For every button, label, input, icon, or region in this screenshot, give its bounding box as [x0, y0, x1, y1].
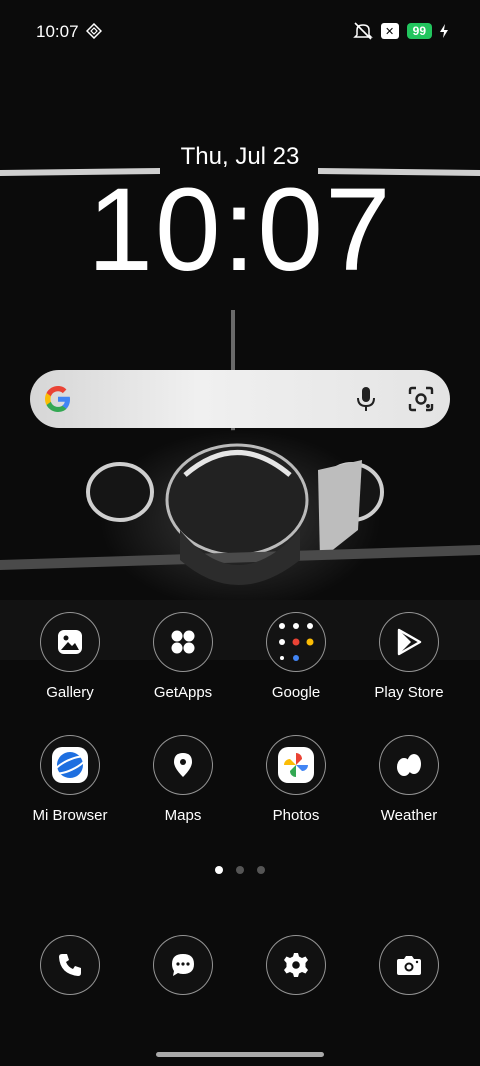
- google-lens-icon[interactable]: [408, 386, 434, 412]
- weather-icon: [379, 735, 439, 795]
- app-gallery[interactable]: Gallery: [14, 612, 126, 701]
- app-label: Gallery: [46, 684, 94, 701]
- gesture-navigation-bar[interactable]: [156, 1052, 324, 1057]
- status-time: 10:07: [36, 22, 79, 41]
- messages-icon: [172, 954, 194, 976]
- app-label: Google: [271, 684, 321, 701]
- app-mi-browser[interactable]: Mi Browser: [14, 735, 126, 824]
- photos-icon: [266, 735, 326, 795]
- gallery-icon: [40, 612, 100, 672]
- app-label: Weather: [380, 807, 438, 824]
- app-photos[interactable]: Photos: [240, 735, 352, 824]
- maps-icon: [153, 735, 213, 795]
- nfc-icon: [86, 23, 102, 39]
- clock-time[interactable]: 10:07: [0, 170, 480, 290]
- camera-icon: [397, 956, 421, 975]
- settings-icon: [284, 953, 308, 977]
- messages-button[interactable]: [153, 935, 213, 995]
- charging-icon: [440, 24, 448, 38]
- app-getapps[interactable]: GetApps: [127, 612, 239, 701]
- google-search-bar[interactable]: [30, 370, 450, 428]
- phone-button[interactable]: [40, 935, 100, 995]
- notification-x-icon: ✕: [380, 23, 399, 39]
- app-label: Play Store: [374, 684, 444, 701]
- app-google-folder[interactable]: Google: [240, 612, 352, 701]
- app-label: GetApps: [153, 684, 213, 701]
- play-store-icon: [379, 612, 439, 672]
- app-label: Photos: [272, 807, 320, 824]
- status-bar: 10:07 ✕ 99: [0, 18, 480, 46]
- page-dot[interactable]: [215, 866, 223, 874]
- app-weather[interactable]: Weather: [353, 735, 465, 824]
- app-maps[interactable]: Maps: [127, 735, 239, 824]
- app-label: Maps: [164, 807, 202, 824]
- app-play-store[interactable]: Play Store: [353, 612, 465, 701]
- phone-icon: [59, 954, 81, 976]
- page-dot[interactable]: [257, 866, 265, 874]
- page-indicator[interactable]: [0, 866, 480, 874]
- google-logo-icon: [45, 386, 70, 412]
- getapps-icon: [153, 612, 213, 672]
- battery-level: 99: [406, 23, 432, 39]
- page-dot[interactable]: [236, 866, 244, 874]
- google-folder-icon: [266, 612, 326, 672]
- camera-button[interactable]: [379, 935, 439, 995]
- settings-button[interactable]: [266, 935, 326, 995]
- mute-icon: [352, 22, 373, 40]
- microphone-icon[interactable]: [354, 385, 378, 413]
- mi-browser-icon: [40, 735, 100, 795]
- app-label: Mi Browser: [32, 807, 108, 824]
